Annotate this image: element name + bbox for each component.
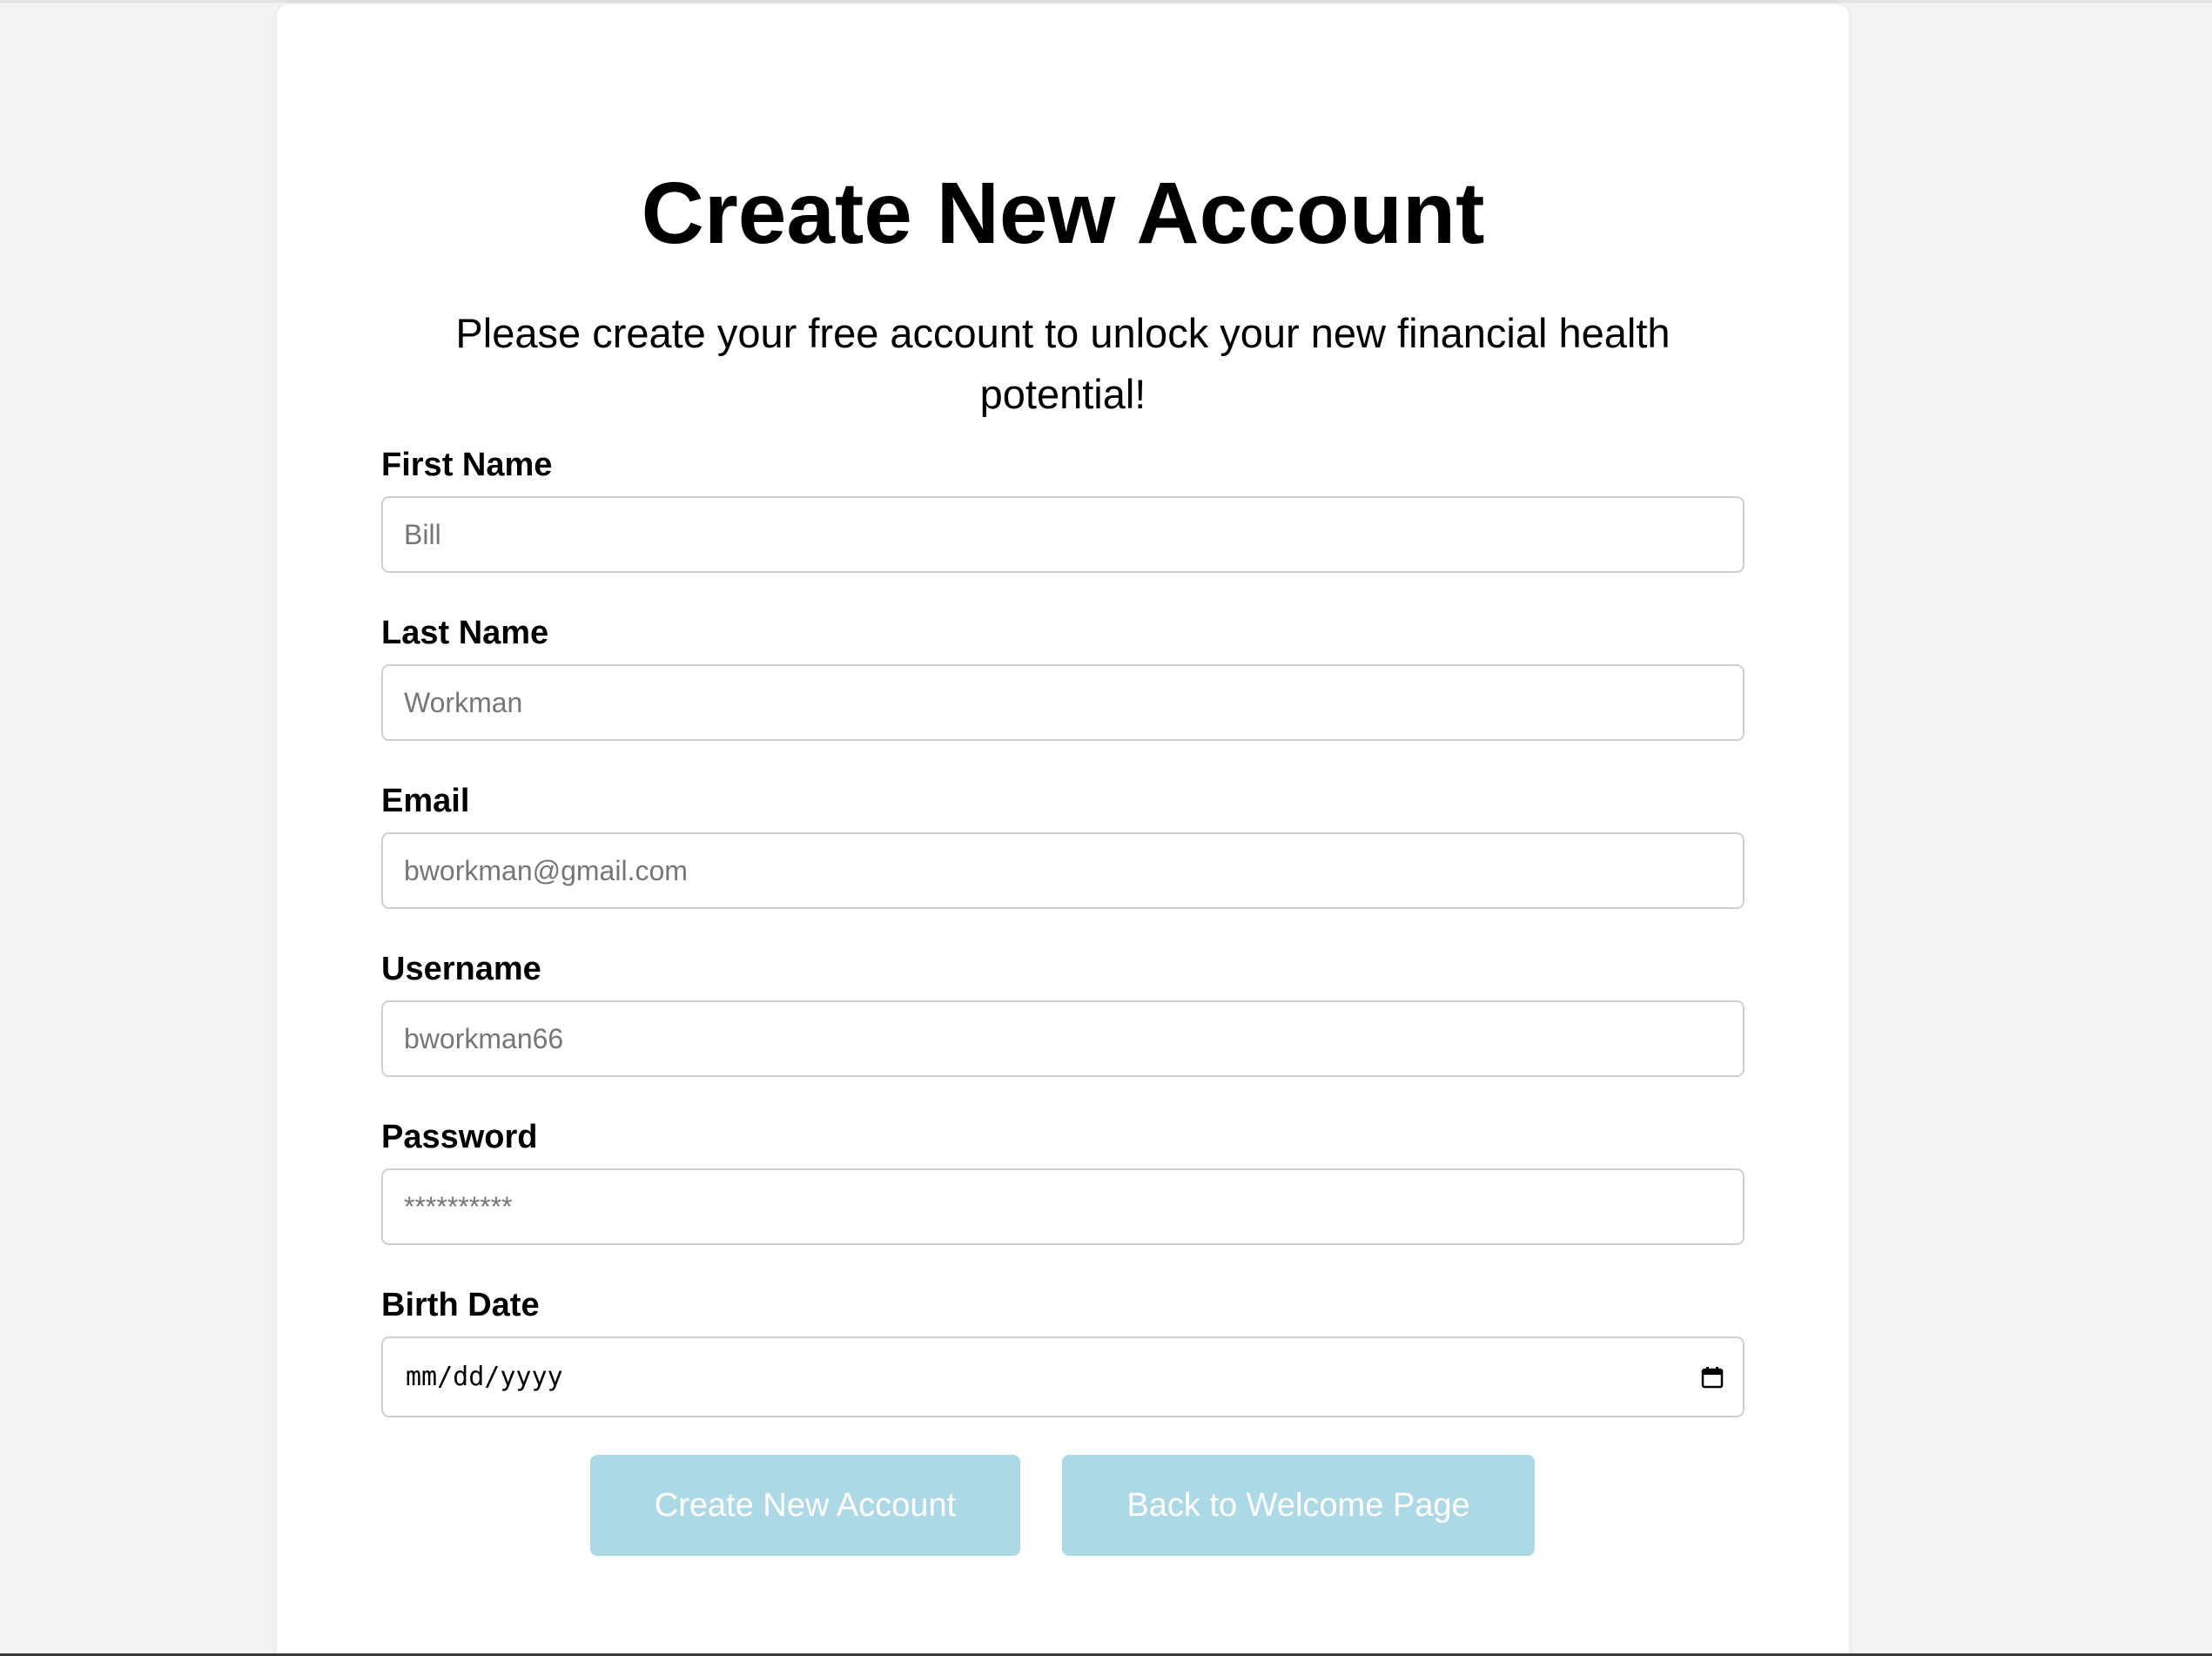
birth-date-label: Birth Date	[381, 1287, 540, 1323]
last-name-input[interactable]	[381, 664, 1745, 741]
username-label: Username	[381, 951, 541, 987]
birth-date-format: mm/dd/yyyy	[406, 1362, 563, 1392]
email-input[interactable]	[381, 832, 1745, 909]
calendar-icon[interactable]	[1701, 1366, 1724, 1389]
last-name-label: Last Name	[381, 615, 549, 651]
back-to-welcome-button[interactable]: Back to Welcome Page	[1062, 1455, 1535, 1556]
birth-date-input[interactable]: mm/dd/yyyy	[381, 1336, 1745, 1417]
first-name-input[interactable]	[381, 496, 1745, 573]
page-title: Create New Account	[641, 165, 1485, 262]
password-label: Password	[381, 1119, 538, 1155]
create-account-button[interactable]: Create New Account	[590, 1455, 1020, 1556]
page-subtitle: Please create your free account to unloc…	[455, 310, 1671, 417]
username-input[interactable]	[381, 1000, 1745, 1077]
create-account-card: Create New Account Please create your fr…	[277, 4, 1849, 1656]
password-input[interactable]	[381, 1168, 1745, 1245]
top-divider	[0, 0, 2212, 3]
first-name-label: First Name	[381, 447, 553, 483]
email-label: Email	[381, 783, 470, 819]
